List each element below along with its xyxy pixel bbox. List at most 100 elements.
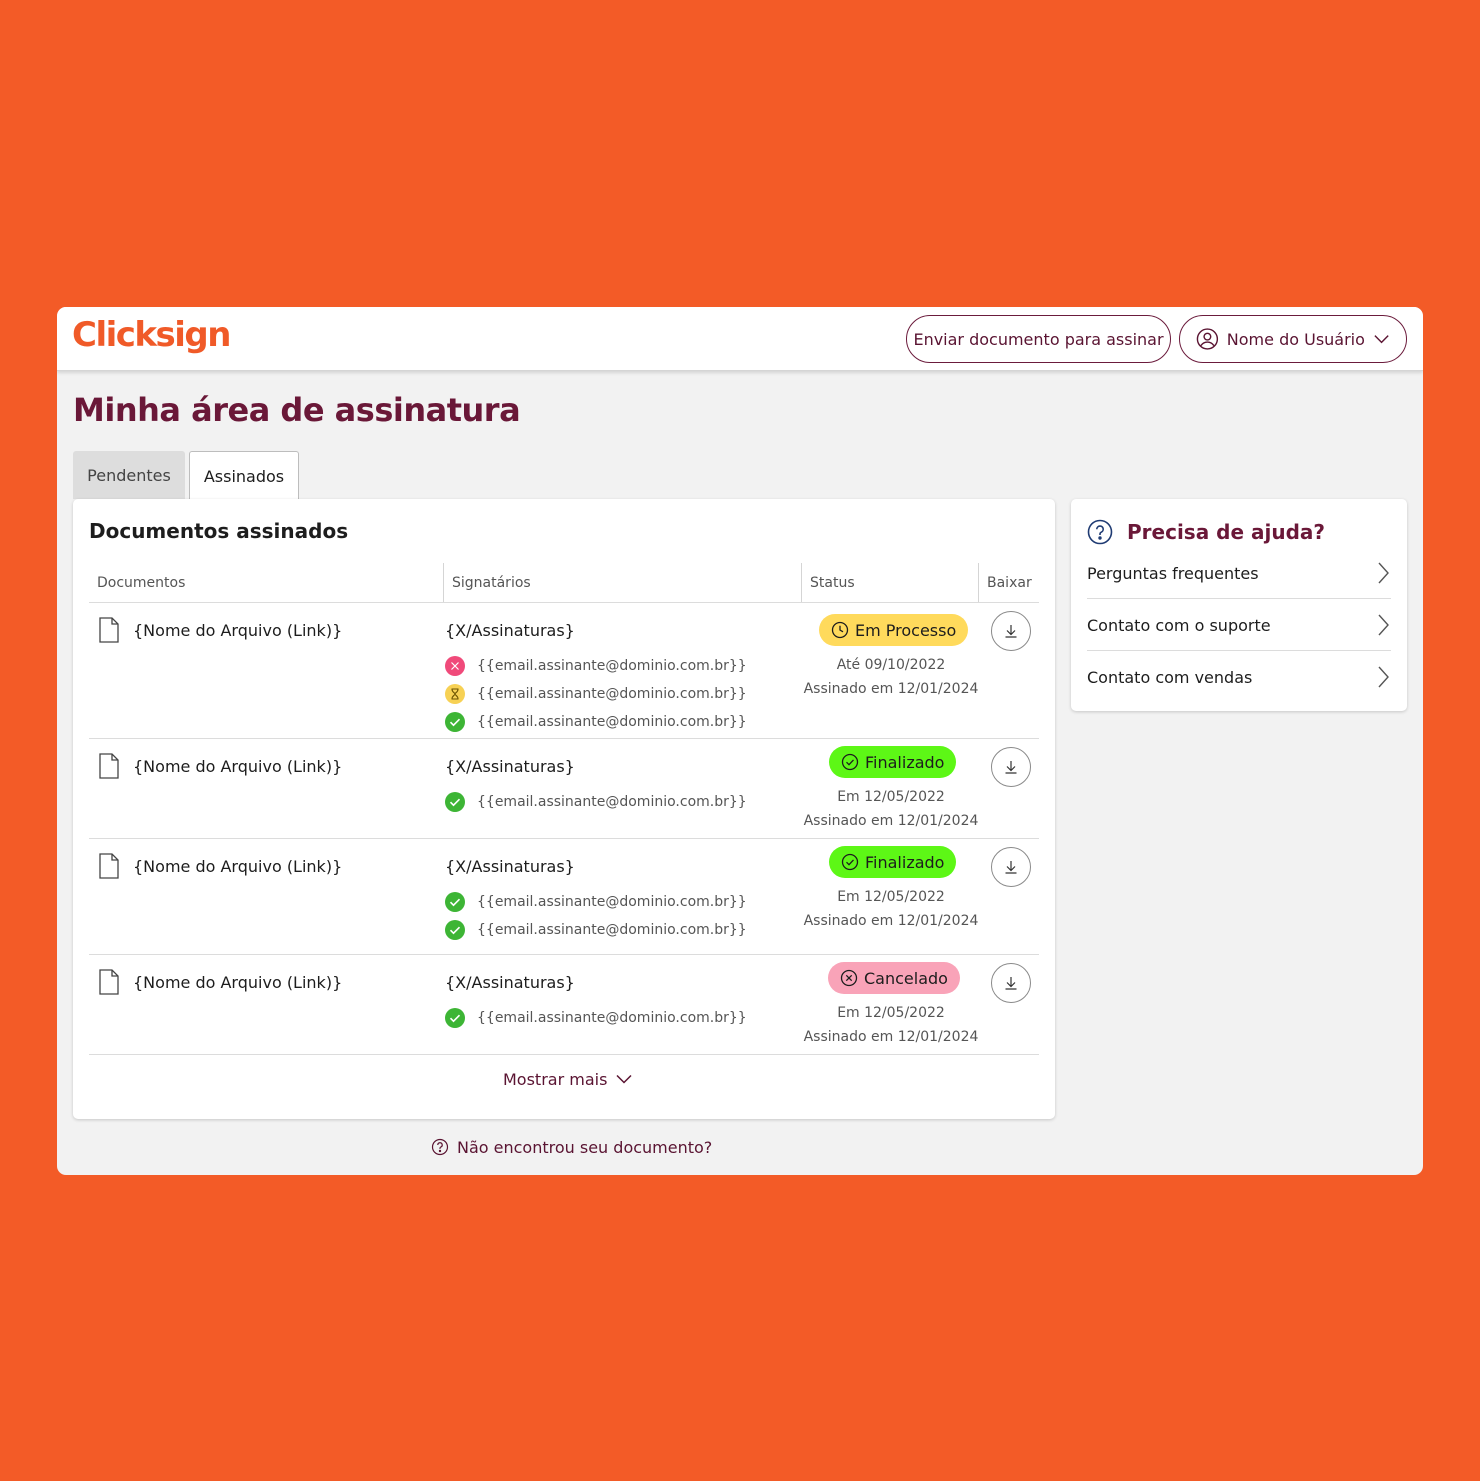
status-badge: Em Processo xyxy=(819,614,969,646)
help-item-support[interactable]: Contato com o suporte xyxy=(1087,599,1391,651)
signer-email: {{email.assinante@dominio.com.br}} xyxy=(477,658,747,674)
hourglass-icon xyxy=(445,684,465,704)
signer-item: {{email.assinante@dominio.com.br}} xyxy=(445,1007,747,1029)
file-icon xyxy=(99,617,119,643)
download-icon xyxy=(1005,625,1017,638)
help-item-faq[interactable]: Perguntas frequentes xyxy=(1087,547,1391,599)
app-window: Clicksign Enviar documento para assinar … xyxy=(57,307,1423,1175)
deadline-date: Até 09/10/2022 xyxy=(836,657,946,673)
signer-email: {{email.assinante@dominio.com.br}} xyxy=(477,894,747,910)
completed-date: Em 12/05/2022 xyxy=(837,789,945,805)
check-circle-icon xyxy=(445,1008,465,1028)
chevron-right-icon xyxy=(1378,666,1389,688)
status-badge: Finalizado xyxy=(829,846,957,878)
file-link[interactable]: {Nome do Arquivo (Link)} xyxy=(133,621,342,640)
status-label: Cancelado xyxy=(864,968,948,988)
tab-assinados[interactable]: Assinados xyxy=(189,451,299,500)
file-icon xyxy=(99,753,119,779)
download-icon xyxy=(1005,861,1017,874)
download-button[interactable] xyxy=(991,747,1031,787)
chevron-down-icon xyxy=(616,1074,632,1084)
check-circle-icon xyxy=(445,792,465,812)
signer-email: {{email.assinante@dominio.com.br}} xyxy=(477,794,747,810)
help-title: Precisa de ajuda? xyxy=(1127,520,1326,544)
completed-date: Em 12/05/2022 xyxy=(837,889,945,905)
show-more-button[interactable]: Mostrar mais xyxy=(503,1067,633,1091)
user-menu-button[interactable]: Nome do Usuário xyxy=(1179,315,1407,363)
table-row: {Nome do Arquivo (Link)} {X/Assinaturas}… xyxy=(89,955,1039,1054)
documents-card: Documentos assinados Documentos Signatár… xyxy=(73,499,1055,1119)
check-circle-icon xyxy=(445,892,465,912)
signer-item: {{email.assinante@dominio.com.br}} xyxy=(445,791,747,813)
download-button[interactable] xyxy=(991,611,1031,651)
signer-email: {{email.assinante@dominio.com.br}} xyxy=(477,922,747,938)
column-header-signers: Signatários xyxy=(444,563,802,603)
column-header-status: Status xyxy=(802,563,979,603)
help-card: Precisa de ajuda? Perguntas frequentes C… xyxy=(1071,499,1407,711)
signed-date: Assinado em 12/01/2024 xyxy=(803,681,979,697)
signer-item: {{email.assinante@dominio.com.br}} xyxy=(445,919,747,941)
signed-date: Assinado em 12/01/2024 xyxy=(803,813,979,829)
x-circle-outline-icon xyxy=(840,969,858,987)
download-icon xyxy=(1005,977,1017,990)
user-icon xyxy=(1196,328,1219,350)
page-title: Minha área de assinatura xyxy=(73,391,521,429)
show-more-label: Mostrar mais xyxy=(503,1069,608,1089)
table-row: {Nome do Arquivo (Link)} {X/Assinaturas}… xyxy=(89,739,1039,838)
signature-count: {X/Assinaturas} xyxy=(445,973,575,992)
download-icon xyxy=(1005,761,1017,774)
signer-item: {{email.assinante@dominio.com.br}} xyxy=(445,711,747,733)
status-badge: Finalizado xyxy=(829,746,957,778)
chevron-right-icon xyxy=(1378,562,1389,584)
top-bar: Clicksign Enviar documento para assinar … xyxy=(57,307,1423,371)
clicksign-logo[interactable]: Clicksign xyxy=(72,315,231,355)
x-circle-icon xyxy=(445,656,465,676)
help-item-sales[interactable]: Contato com vendas xyxy=(1087,651,1391,703)
check-circle-icon xyxy=(445,712,465,732)
status-label: Em Processo xyxy=(855,620,957,640)
signed-date: Assinado em 12/01/2024 xyxy=(803,1029,979,1045)
check-circle-icon xyxy=(445,920,465,940)
table-row: {Nome do Arquivo (Link)} {X/Assinaturas}… xyxy=(89,839,1039,954)
signature-count: {X/Assinaturas} xyxy=(445,757,575,776)
signer-item: {{email.assinante@dominio.com.br}} xyxy=(445,683,747,705)
not-found-link[interactable]: Não encontrou seu documento? xyxy=(431,1135,712,1159)
check-circle-outline-icon xyxy=(841,753,859,771)
signature-count: {X/Assinaturas} xyxy=(445,621,575,640)
chevron-down-icon xyxy=(1374,335,1389,344)
column-header-download: Baixar xyxy=(987,575,1032,591)
question-circle-icon xyxy=(1087,519,1113,545)
signed-date: Assinado em 12/01/2024 xyxy=(803,913,979,929)
download-button[interactable] xyxy=(991,847,1031,887)
table-row: {Nome do Arquivo (Link)} {X/Assinaturas}… xyxy=(89,603,1039,738)
help-header: Precisa de ajuda? xyxy=(1087,519,1325,545)
signer-item: {{email.assinante@dominio.com.br}} xyxy=(445,891,747,913)
tab-pendentes[interactable]: Pendentes xyxy=(73,451,185,499)
download-button[interactable] xyxy=(991,963,1031,1003)
file-link[interactable]: {Nome do Arquivo (Link)} xyxy=(133,857,342,876)
status-label: Finalizado xyxy=(865,752,945,772)
signer-email: {{email.assinante@dominio.com.br}} xyxy=(477,1010,747,1026)
signer-item: {{email.assinante@dominio.com.br}} xyxy=(445,655,747,677)
file-icon xyxy=(99,969,119,995)
chevron-right-icon xyxy=(1378,614,1389,636)
signer-email: {{email.assinante@dominio.com.br}} xyxy=(477,686,747,702)
help-item-label: Contato com o suporte xyxy=(1087,615,1271,635)
file-link[interactable]: {Nome do Arquivo (Link)} xyxy=(133,973,342,992)
divider xyxy=(89,1054,1039,1055)
help-item-label: Perguntas frequentes xyxy=(1087,563,1259,583)
file-link[interactable]: {Nome do Arquivo (Link)} xyxy=(133,757,342,776)
signer-email: {{email.assinante@dominio.com.br}} xyxy=(477,714,747,730)
help-item-label: Contato com vendas xyxy=(1087,667,1253,687)
send-document-button[interactable]: Enviar documento para assinar xyxy=(906,315,1171,363)
status-label: Finalizado xyxy=(865,852,945,872)
not-found-label: Não encontrou seu documento? xyxy=(457,1137,713,1157)
file-icon xyxy=(99,853,119,879)
clock-icon xyxy=(831,621,849,639)
documents-title: Documentos assinados xyxy=(89,519,349,543)
column-header-documents: Documentos xyxy=(89,563,444,603)
check-circle-outline-icon xyxy=(841,853,859,871)
signature-count: {X/Assinaturas} xyxy=(445,857,575,876)
question-circle-icon xyxy=(431,1138,449,1156)
user-name: Nome do Usuário xyxy=(1226,329,1365,349)
